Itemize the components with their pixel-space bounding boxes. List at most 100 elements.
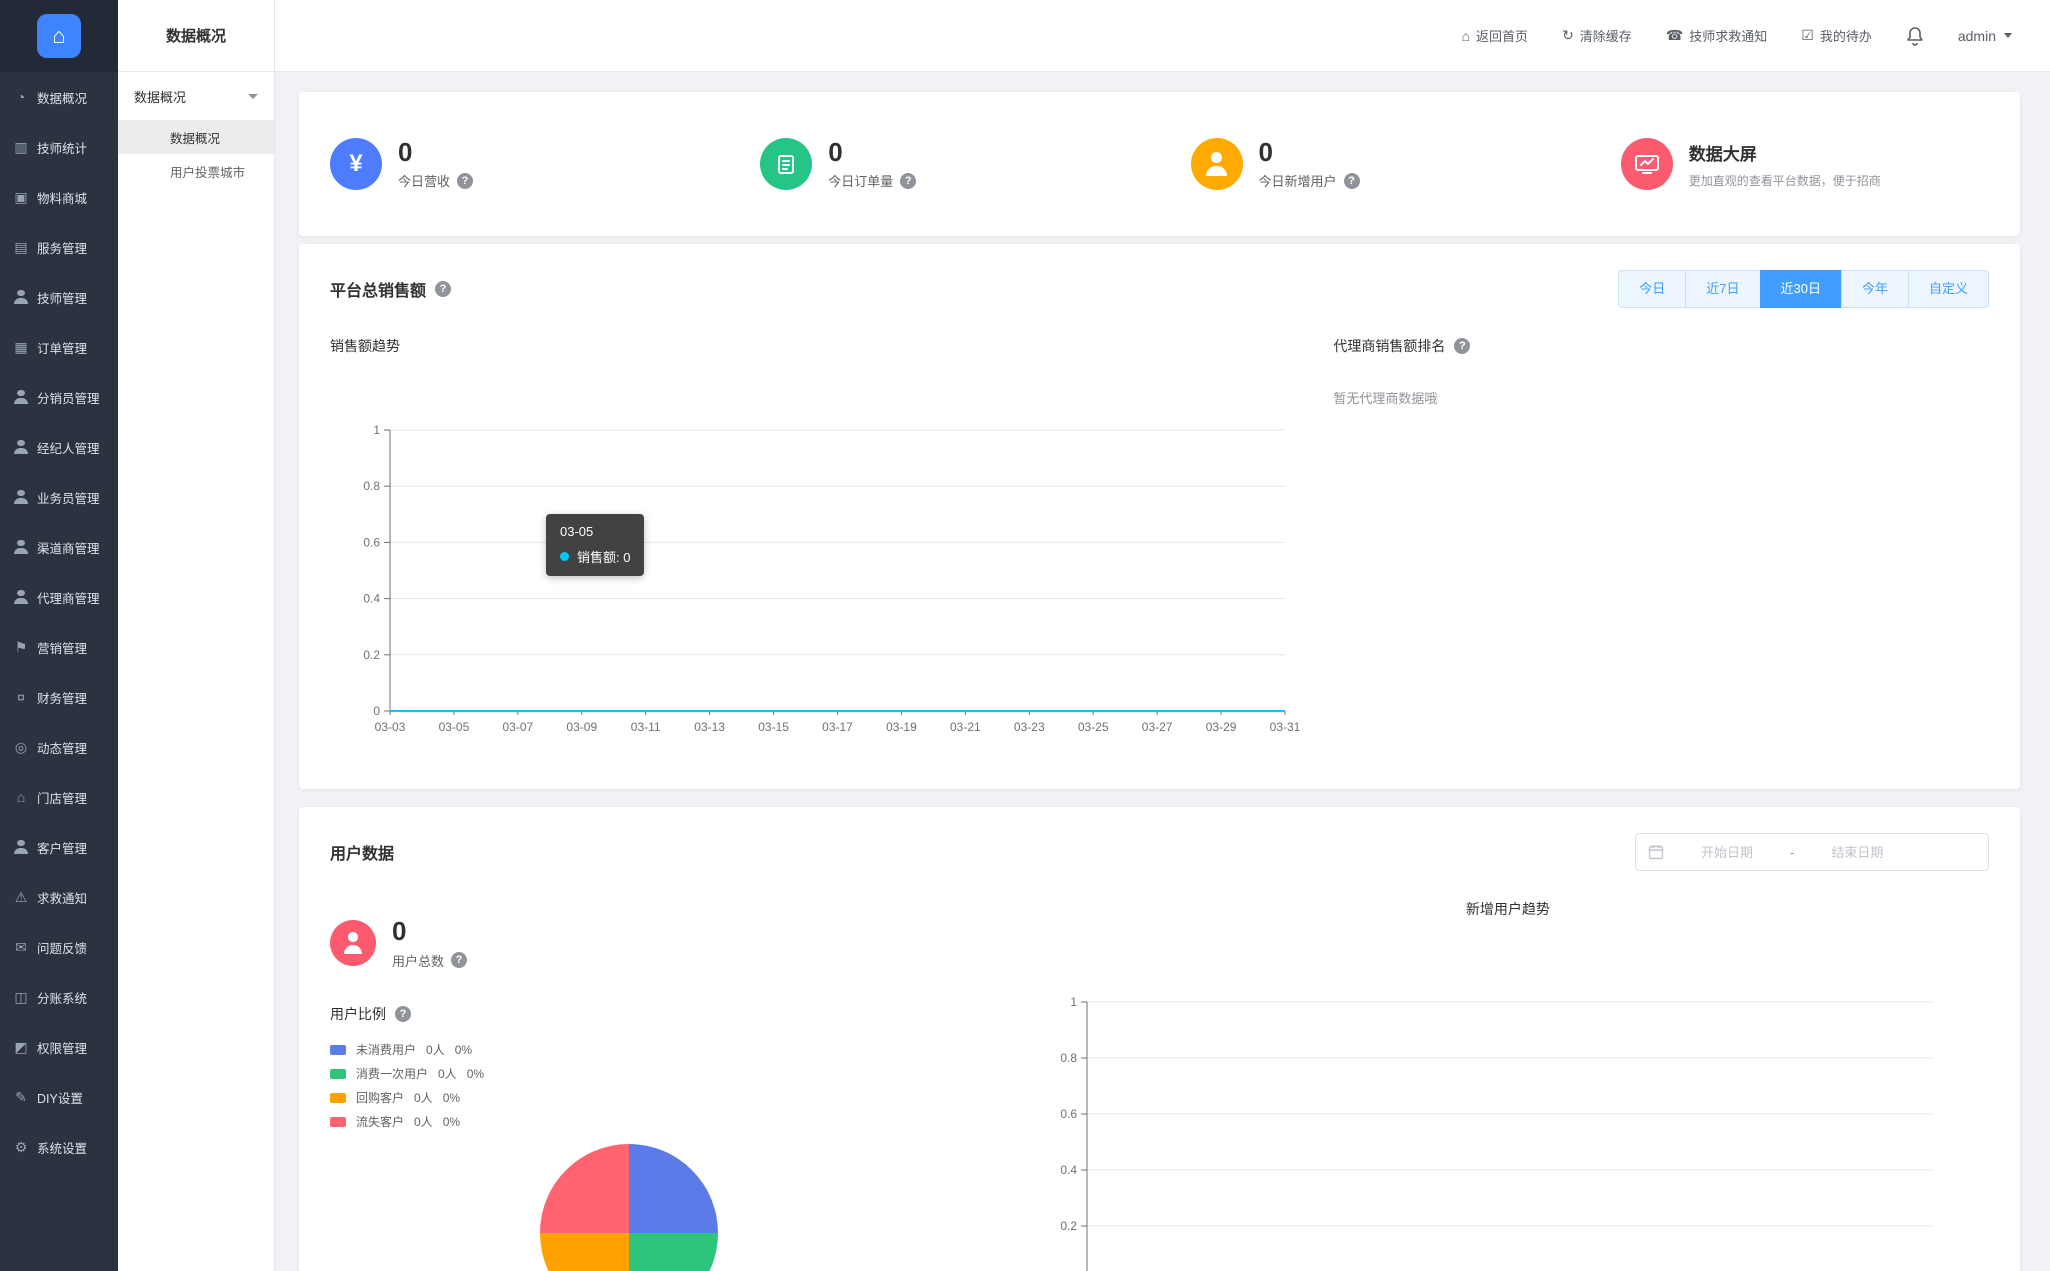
sidebar-item-customer-mgmt[interactable]: 客户管理	[0, 822, 118, 872]
sales-range-tab-4[interactable]: 自定义	[1907, 270, 1989, 308]
sales-range-tabs: 今日 近7日 近30日 今年 自定义	[1618, 270, 1989, 308]
topbar-item-label: 技师求救通知	[1689, 29, 1768, 44]
sales-range-tab-2[interactable]: 近30日	[1759, 270, 1842, 308]
end-date-input[interactable]	[1798, 844, 1917, 860]
sidebar-item-store-mgmt[interactable]: ⌂ 门店管理	[0, 772, 118, 822]
sidebar-item-tech-stats[interactable]: ▥ 技师统计	[0, 122, 118, 172]
legend-item[interactable]: 未消费用户 0人 0%	[330, 1038, 1027, 1062]
help-icon[interactable]: ?	[451, 952, 468, 969]
svg-text:0: 0	[373, 704, 380, 718]
notification-bell-button[interactable]	[1906, 26, 1924, 46]
svg-text:03-09: 03-09	[566, 720, 597, 734]
help-icon[interactable]: ?	[1454, 338, 1471, 354]
topbar-item-home[interactable]: ⌂ 返回首页	[1462, 26, 1528, 45]
datascreen-banner[interactable]: 数据大屏 更加直观的查看平台数据，便于招商	[1590, 138, 2020, 190]
sales-trend-chart[interactable]: 03-05 销售额: 0 0 0.2 0.4 0.6 0.8 1 03-03 03-05 03-…	[330, 420, 1325, 745]
sales-range-tab-0[interactable]: 今日	[1618, 270, 1687, 308]
currency-icon: ¤	[17, 689, 25, 705]
sidebar-item-ledger-system[interactable]: ◫ 分账系统	[0, 972, 118, 1022]
help-icon[interactable]: ?	[900, 172, 917, 189]
legend-label: 流失客户	[356, 1115, 405, 1130]
sidebar-item-label: 代理商管理	[37, 591, 100, 606]
stat-today-orders: 0 今日订单量 ?	[729, 138, 1159, 191]
sidebar-item-material-mall[interactable]: ▣ 物料商城	[0, 172, 118, 222]
sidebar-item-technician-mgmt[interactable]: 技师管理	[0, 272, 118, 322]
help-icon[interactable]: ?	[395, 1005, 411, 1022]
platform-sales-title: 平台总销售额	[330, 283, 427, 300]
sidebar-item-sos-notice[interactable]: ⚠ 求救通知	[0, 872, 118, 922]
submenu-group-data-overview[interactable]: 数据概况	[118, 72, 274, 120]
stat-today-new-users: 0 今日新增用户 ?	[1160, 138, 1590, 191]
topbar-item-label: 我的待办	[1819, 29, 1872, 44]
sidebar-item-broker-mgmt[interactable]: 经纪人管理	[0, 422, 118, 472]
user-data-title: 用户数据	[330, 846, 395, 863]
today-revenue-label: 今日营收	[398, 174, 451, 190]
new-user-trend-chart[interactable]: 00.20.40.60.81	[1027, 992, 1989, 1271]
today-orders-value: 0	[828, 136, 843, 167]
sidebar-item-label: 服务管理	[37, 241, 88, 256]
chevron-down-icon	[248, 93, 258, 99]
person-icon	[13, 540, 29, 554]
user-total-row: 0 用户总数 ?	[330, 917, 1027, 970]
user-data-card: 用户数据 - 0 用户总数	[299, 807, 2020, 1271]
submenu-item-user-vote-city[interactable]: 用户投票城市	[118, 154, 274, 188]
user-icon	[330, 920, 376, 967]
today-new-users-label: 今日新增用户	[1258, 174, 1337, 190]
person-icon	[13, 440, 29, 454]
home-icon: ⌂	[1461, 27, 1471, 44]
legend-label: 回购客户	[356, 1091, 405, 1106]
topbar-item-clear-cache[interactable]: ↻ 清除缓存	[1562, 26, 1632, 45]
admin-user-menu[interactable]: admin	[1958, 28, 2012, 44]
legend-count: 0人	[426, 1043, 445, 1058]
help-icon[interactable]: ?	[435, 281, 452, 297]
sidebar-item-system-settings[interactable]: ⚙ 系统设置	[0, 1122, 118, 1172]
mall-icon: ▣	[14, 188, 28, 205]
sidebar-item-label: 经纪人管理	[37, 441, 100, 456]
svg-text:0.4: 0.4	[1060, 1163, 1077, 1177]
date-range-picker[interactable]: -	[1635, 833, 1989, 871]
sidebar-item-label: 技师统计	[37, 141, 88, 156]
sidebar-item-channel-mgmt[interactable]: 渠道商管理	[0, 522, 118, 572]
start-date-input[interactable]	[1668, 844, 1786, 860]
submenu-item-data-overview[interactable]: 数据概况	[118, 120, 274, 154]
sales-range-tab-3[interactable]: 今年	[1840, 270, 1909, 308]
legend-percent: 0%	[442, 1114, 461, 1129]
user-ratio-pie-chart[interactable]	[540, 1143, 718, 1271]
sales-range-tab-1[interactable]: 近7日	[1685, 270, 1761, 308]
sidebar-item-finance-mgmt[interactable]: ¤ 财务管理	[0, 672, 118, 722]
sidebar-item-data-overview[interactable]: ◔ 数据概况	[0, 72, 118, 122]
topbar-item-my-todo[interactable]: ☑ 我的待办	[1801, 26, 1872, 45]
topbar-item-tech-sos-notice[interactable]: ☎ 技师求救通知	[1666, 26, 1767, 45]
help-icon[interactable]: ?	[457, 172, 474, 189]
legend-label: 未消费用户	[356, 1043, 417, 1058]
sidebar-item-distributor-mgmt[interactable]: 分销员管理	[0, 372, 118, 422]
sidebar-item-agent-mgmt[interactable]: 代理商管理	[0, 572, 118, 622]
sidebar-item-diy-settings[interactable]: ✎ DIY设置	[0, 1072, 118, 1122]
svg-text:0.4: 0.4	[363, 592, 380, 606]
sidebar-item-label: 动态管理	[37, 741, 88, 756]
new-user-trend-line-chart: 00.20.40.60.81	[1060, 995, 1934, 1271]
help-icon[interactable]: ?	[1343, 172, 1360, 189]
platform-sales-title-row: 平台总销售额 ?	[330, 277, 452, 301]
svg-text:0.6: 0.6	[363, 535, 380, 549]
sidebar-item-order-mgmt[interactable]: ▦ 订单管理	[0, 322, 118, 372]
home-logo-icon[interactable]: ⌂	[37, 14, 81, 58]
person-icon	[13, 590, 29, 604]
stats-card: ¥ 0 今日营收 ? 0 今日订单量 ? 0 今日新增用户 ? 数据大屏 更加直…	[299, 92, 2020, 236]
sidebar-item-service-mgmt[interactable]: ▤ 服务管理	[0, 222, 118, 272]
sidebar-item-marketing-mgmt[interactable]: ⚑ 营销管理	[0, 622, 118, 672]
shield-icon: ◩	[14, 1038, 28, 1055]
monitor-chart-icon	[1620, 138, 1673, 190]
sidebar-item-feed-mgmt[interactable]: ◎ 动态管理	[0, 722, 118, 772]
legend-item[interactable]: 流失客户 0人 0%	[330, 1110, 1027, 1134]
sidebar-item-label: 求救通知	[37, 891, 88, 906]
svg-text:0.2: 0.2	[363, 648, 380, 662]
legend-item[interactable]: 回购客户 0人 0%	[330, 1086, 1027, 1110]
sidebar-item-permission-mgmt[interactable]: ◩ 权限管理	[0, 1022, 118, 1072]
person-icon	[13, 840, 29, 854]
sidebar-item-feedback[interactable]: ✉ 问题反馈	[0, 922, 118, 972]
legend-percent: 0%	[442, 1090, 461, 1105]
legend-percent: 0%	[466, 1066, 485, 1081]
legend-item[interactable]: 消费一次用户 0人 0%	[330, 1062, 1027, 1086]
sidebar-item-salesman-mgmt[interactable]: 业务员管理	[0, 472, 118, 522]
